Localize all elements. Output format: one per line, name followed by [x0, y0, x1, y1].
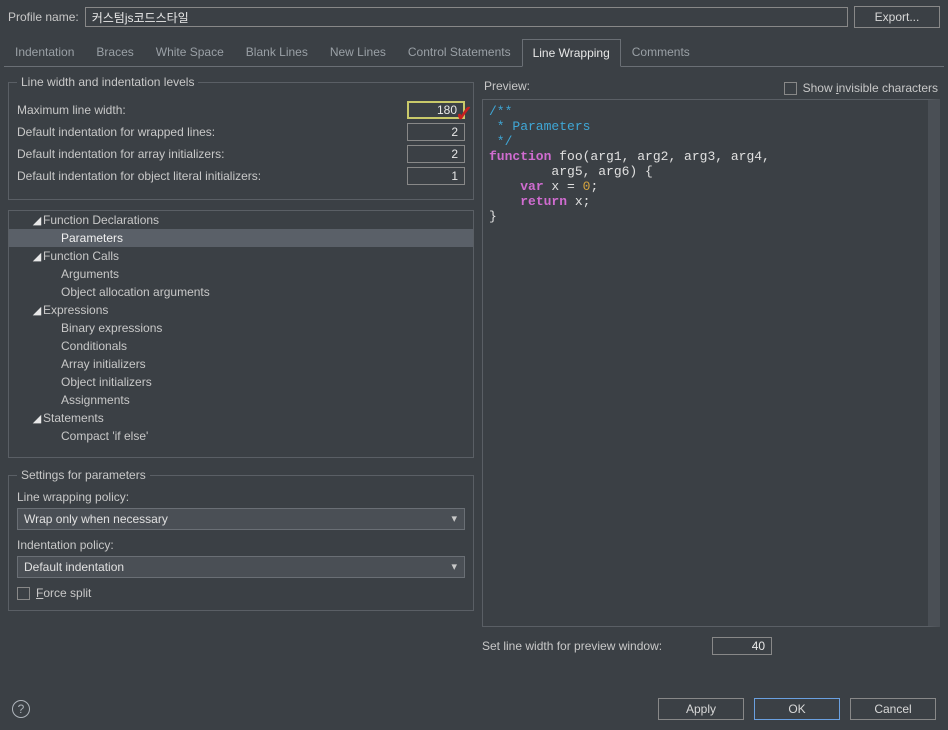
tree-item-label: Statements — [43, 411, 104, 425]
show-invisible-chars-checkbox[interactable] — [784, 82, 797, 95]
apply-button[interactable]: Apply — [658, 698, 744, 720]
tree-item-label: Arguments — [61, 267, 119, 281]
tab-white-space[interactable]: White Space — [145, 38, 235, 66]
tree-arrow-icon: ◢ — [31, 304, 43, 317]
tree-arrow-icon: ◢ — [31, 250, 43, 263]
linewidth-input-0[interactable] — [407, 101, 465, 119]
tree-item-label: Assignments — [61, 393, 130, 407]
tree-item-object-allocation-arguments[interactable]: Object allocation arguments — [9, 283, 473, 301]
linewidth-row-label: Default indentation for wrapped lines: — [17, 125, 215, 139]
tree-item-arguments[interactable]: Arguments — [9, 265, 473, 283]
help-icon[interactable]: ? — [12, 700, 30, 718]
force-split-checkbox[interactable] — [17, 587, 30, 600]
tree-item-function-calls[interactable]: ◢Function Calls — [9, 247, 473, 265]
preview-width-input[interactable] — [712, 637, 772, 655]
linewidth-group: Line width and indentation levels Maximu… — [8, 75, 474, 200]
tab-strip: IndentationBracesWhite SpaceBlank LinesN… — [0, 34, 948, 66]
profile-name-input[interactable] — [85, 7, 848, 27]
show-invisible-chars-label[interactable]: Show invisible characters — [803, 81, 938, 95]
tree-item-array-initializers[interactable]: Array initializers — [9, 355, 473, 373]
tab-blank-lines[interactable]: Blank Lines — [235, 38, 319, 66]
tree-item-label: Function Calls — [43, 249, 119, 263]
tab-comments[interactable]: Comments — [621, 38, 701, 66]
preview-code: /** * Parameters */ function foo(arg1, a… — [482, 99, 940, 627]
tab-indentation[interactable]: Indentation — [4, 38, 85, 66]
tree-item-compact-if-else-[interactable]: Compact 'if else' — [9, 427, 473, 445]
tab-line-wrapping[interactable]: Line Wrapping — [522, 39, 621, 67]
profile-name-label: Profile name: — [8, 10, 79, 24]
linewidth-input-3[interactable] — [407, 167, 465, 185]
tree-arrow-icon: ◢ — [31, 412, 43, 425]
linewidth-row-label: Default indentation for object literal i… — [17, 169, 261, 183]
line-wrap-policy-label: Line wrapping policy: — [17, 490, 465, 504]
export-button[interactable]: Export... — [854, 6, 940, 28]
preview-title: Preview: — [484, 79, 530, 93]
settings-legend: Settings for parameters — [17, 468, 150, 482]
tree-item-label: Object allocation arguments — [61, 285, 210, 299]
line-wrap-policy-select[interactable]: Wrap only when necessary — [17, 508, 465, 530]
tree-item-label: Object initializers — [61, 375, 152, 389]
tree-item-conditionals[interactable]: Conditionals — [9, 337, 473, 355]
tree-item-assignments[interactable]: Assignments — [9, 391, 473, 409]
tree-item-label: Binary expressions — [61, 321, 162, 335]
settings-group: Settings for parameters Line wrapping po… — [8, 468, 474, 611]
tree-item-label: Parameters — [61, 231, 123, 245]
force-split-label[interactable]: Force split — [36, 586, 91, 600]
tree-item-label: Array initializers — [61, 357, 146, 371]
wrapping-tree[interactable]: ◢Function DeclarationsParameters◢Functio… — [8, 210, 474, 458]
tree-item-binary-expressions[interactable]: Binary expressions — [9, 319, 473, 337]
indentation-policy-select[interactable]: Default indentation — [17, 556, 465, 578]
tree-item-function-declarations[interactable]: ◢Function Declarations — [9, 211, 473, 229]
linewidth-input-2[interactable] — [407, 145, 465, 163]
ok-button[interactable]: OK — [754, 698, 840, 720]
tree-item-object-initializers[interactable]: Object initializers — [9, 373, 473, 391]
tab-control-statements[interactable]: Control Statements — [397, 38, 522, 66]
tab-braces[interactable]: Braces — [85, 38, 144, 66]
linewidth-legend: Line width and indentation levels — [17, 75, 198, 89]
tree-item-label: Compact 'if else' — [61, 429, 148, 443]
tree-item-label: Conditionals — [61, 339, 127, 353]
tree-item-expressions[interactable]: ◢Expressions — [9, 301, 473, 319]
cancel-button[interactable]: Cancel — [850, 698, 936, 720]
tree-arrow-icon: ◢ — [31, 214, 43, 227]
tree-item-statements[interactable]: ◢Statements — [9, 409, 473, 427]
tab-new-lines[interactable]: New Lines — [319, 38, 397, 66]
tree-item-parameters[interactable]: Parameters — [9, 229, 473, 247]
tree-item-label: Expressions — [43, 303, 108, 317]
linewidth-row-label: Maximum line width: — [17, 103, 126, 117]
linewidth-row-label: Default indentation for array initialize… — [17, 147, 224, 161]
linewidth-input-1[interactable] — [407, 123, 465, 141]
preview-width-label: Set line width for preview window: — [482, 639, 662, 653]
tree-item-label: Function Declarations — [43, 213, 159, 227]
indentation-policy-label: Indentation policy: — [17, 538, 465, 552]
